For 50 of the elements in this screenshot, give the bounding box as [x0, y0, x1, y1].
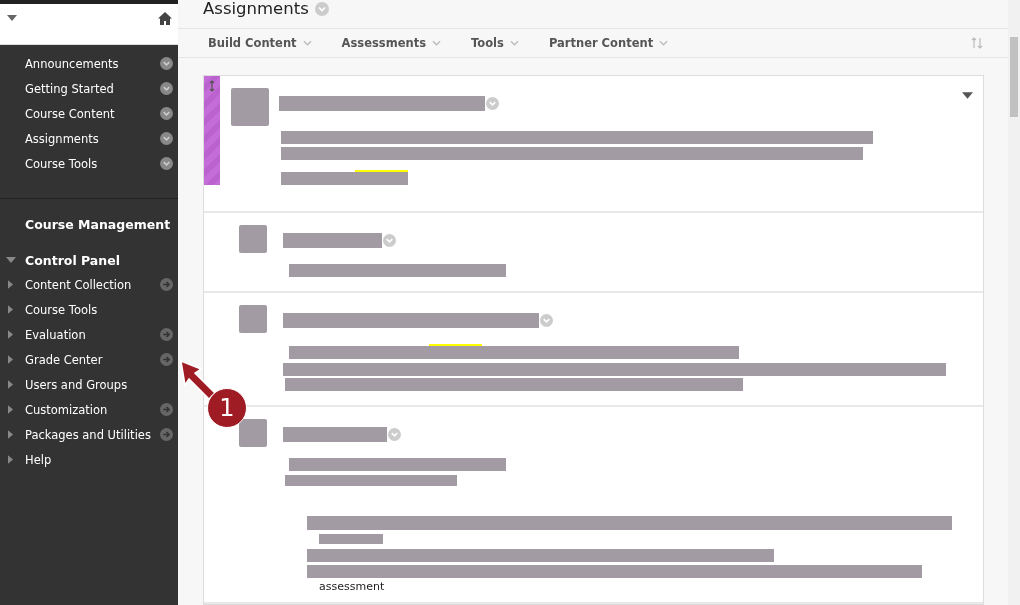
- caret-right-icon[interactable]: [8, 280, 13, 289]
- scrollbar[interactable]: [1008, 0, 1020, 605]
- section-heading: Course Management: [24, 216, 172, 234]
- page-title: Assignments: [203, 0, 309, 18]
- control-panel-item[interactable]: Course Tools: [25, 302, 173, 317]
- control-panel-item[interactable]: Grade Center: [25, 352, 160, 367]
- course-menu-item[interactable]: Course Tools: [25, 156, 160, 171]
- control-panel-item[interactable]: Users and Groups: [25, 377, 173, 392]
- caret-right-icon[interactable]: [8, 305, 13, 314]
- caret-icon[interactable]: [7, 15, 17, 21]
- body-text: assessment: [319, 580, 386, 588]
- chevron-down-icon[interactable]: [160, 107, 173, 120]
- course-menu-item[interactable]: Announcements: [25, 56, 160, 71]
- arrow-circle-icon[interactable]: [160, 403, 173, 416]
- control-panel-item[interactable]: Content Collection: [25, 277, 160, 292]
- control-panel-item[interactable]: Evaluation: [25, 327, 160, 342]
- toolbar-menu-button[interactable]: Tools: [471, 36, 519, 51]
- arrow-circle-icon[interactable]: [160, 278, 173, 291]
- toolbar-menu-button[interactable]: Build Content: [208, 36, 312, 51]
- course-menu-item[interactable]: Course Content: [25, 106, 160, 121]
- arrow-circle-icon[interactable]: [160, 428, 173, 441]
- chevron-down-icon[interactable]: [160, 132, 173, 145]
- caret-right-icon[interactable]: [8, 355, 13, 364]
- control-panel-item[interactable]: Help: [25, 452, 173, 467]
- redacted-icon: [239, 419, 267, 447]
- caret-right-icon[interactable]: [8, 405, 13, 414]
- home-icon[interactable]: [158, 12, 172, 25]
- caret-icon[interactable]: [962, 92, 973, 99]
- redacted-icon: [239, 305, 267, 333]
- control-panel-heading[interactable]: Control Panel: [25, 252, 120, 268]
- toolbar-menu-button[interactable]: Partner Content: [548, 36, 669, 51]
- caret-right-icon[interactable]: [8, 430, 13, 439]
- course-menu-item[interactable]: Assignments: [25, 131, 160, 146]
- chevron-down-icon[interactable]: [160, 82, 173, 95]
- chevron-down-icon[interactable]: [160, 57, 173, 70]
- arrow-circle-icon[interactable]: [160, 353, 173, 366]
- control-panel-item[interactable]: Customization: [25, 402, 160, 417]
- redacted-icon: [239, 225, 267, 253]
- toolbar-menu-button[interactable]: Assessments: [341, 36, 441, 51]
- caret-icon[interactable]: [6, 257, 16, 263]
- caret-right-icon[interactable]: [8, 380, 13, 389]
- redacted-text: [319, 534, 383, 544]
- caret-right-icon[interactable]: [8, 330, 13, 339]
- redacted-icon: [230, 88, 269, 126]
- caret-right-icon[interactable]: [8, 455, 13, 464]
- chevron-down-icon[interactable]: [160, 157, 173, 170]
- control-panel-item[interactable]: Packages and Utilities: [25, 427, 160, 442]
- course-menu-item[interactable]: Getting Started: [25, 81, 160, 96]
- drag-handle[interactable]: [204, 76, 220, 185]
- arrow-circle-icon[interactable]: [160, 328, 173, 341]
